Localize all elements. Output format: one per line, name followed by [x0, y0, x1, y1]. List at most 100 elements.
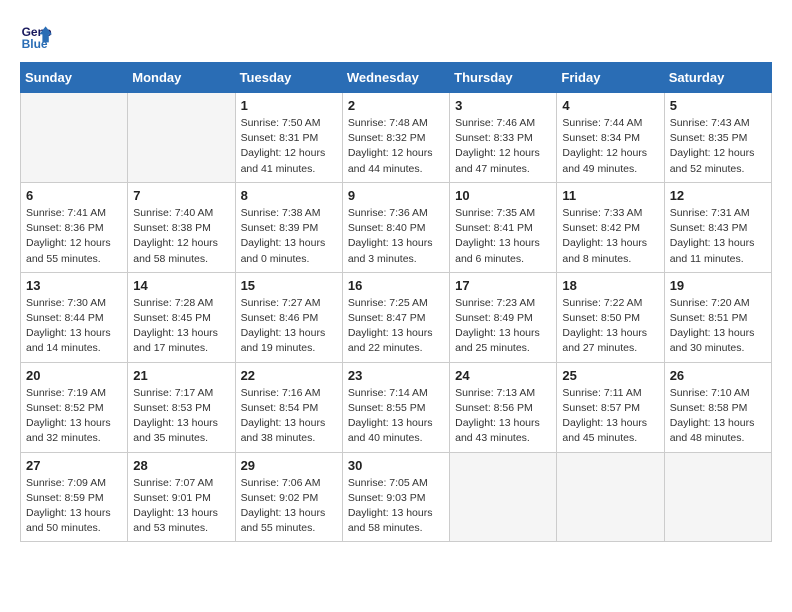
calendar-cell: 14 Sunrise: 7:28 AM Sunset: 8:45 PM Dayli… — [128, 272, 235, 362]
calendar-cell — [21, 93, 128, 183]
day-info: Sunrise: 7:07 AM Sunset: 9:01 PM Dayligh… — [133, 476, 229, 537]
day-info: Sunrise: 7:43 AM Sunset: 8:35 PM Dayligh… — [670, 116, 766, 177]
day-number: 13 — [26, 278, 122, 293]
calendar-cell — [557, 452, 664, 542]
logo-icon: General Blue — [20, 20, 52, 52]
weekday-header-thursday: Thursday — [450, 63, 557, 93]
calendar-table: SundayMondayTuesdayWednesdayThursdayFrid… — [20, 62, 772, 542]
day-info: Sunrise: 7:28 AM Sunset: 8:45 PM Dayligh… — [133, 296, 229, 357]
calendar-cell: 4 Sunrise: 7:44 AM Sunset: 8:34 PM Daylig… — [557, 93, 664, 183]
weekday-header-friday: Friday — [557, 63, 664, 93]
day-info: Sunrise: 7:09 AM Sunset: 8:59 PM Dayligh… — [26, 476, 122, 537]
day-info: Sunrise: 7:25 AM Sunset: 8:47 PM Dayligh… — [348, 296, 444, 357]
week-row-3: 13 Sunrise: 7:30 AM Sunset: 8:44 PM Dayli… — [21, 272, 772, 362]
day-info: Sunrise: 7:38 AM Sunset: 8:39 PM Dayligh… — [241, 206, 337, 267]
logo: General Blue — [20, 20, 52, 52]
day-number: 8 — [241, 188, 337, 203]
day-number: 22 — [241, 368, 337, 383]
day-number: 15 — [241, 278, 337, 293]
day-number: 9 — [348, 188, 444, 203]
weekday-header-tuesday: Tuesday — [235, 63, 342, 93]
calendar-cell: 25 Sunrise: 7:11 AM Sunset: 8:57 PM Dayli… — [557, 362, 664, 452]
calendar-cell: 17 Sunrise: 7:23 AM Sunset: 8:49 PM Dayli… — [450, 272, 557, 362]
day-number: 19 — [670, 278, 766, 293]
day-info: Sunrise: 7:10 AM Sunset: 8:58 PM Dayligh… — [670, 386, 766, 447]
calendar-cell: 11 Sunrise: 7:33 AM Sunset: 8:42 PM Dayli… — [557, 182, 664, 272]
day-number: 5 — [670, 98, 766, 113]
weekday-header-saturday: Saturday — [664, 63, 771, 93]
day-number: 14 — [133, 278, 229, 293]
day-info: Sunrise: 7:48 AM Sunset: 8:32 PM Dayligh… — [348, 116, 444, 177]
day-info: Sunrise: 7:13 AM Sunset: 8:56 PM Dayligh… — [455, 386, 551, 447]
day-number: 7 — [133, 188, 229, 203]
day-info: Sunrise: 7:30 AM Sunset: 8:44 PM Dayligh… — [26, 296, 122, 357]
day-number: 28 — [133, 458, 229, 473]
day-number: 16 — [348, 278, 444, 293]
calendar-cell: 21Sunrise: 7:17 AM Sunset: 8:53 PM Dayli… — [128, 362, 235, 452]
calendar-cell: 22Sunrise: 7:16 AM Sunset: 8:54 PM Dayli… — [235, 362, 342, 452]
day-info: Sunrise: 7:35 AM Sunset: 8:41 PM Dayligh… — [455, 206, 551, 267]
calendar-cell: 23 Sunrise: 7:14 AM Sunset: 8:55 PM Dayli… — [342, 362, 449, 452]
calendar-cell: 9Sunrise: 7:36 AM Sunset: 8:40 PM Daylig… — [342, 182, 449, 272]
week-row-4: 20 Sunrise: 7:19 AM Sunset: 8:52 PM Dayli… — [21, 362, 772, 452]
day-info: Sunrise: 7:50 AM Sunset: 8:31 PM Dayligh… — [241, 116, 337, 177]
day-number: 2 — [348, 98, 444, 113]
calendar-cell: 16 Sunrise: 7:25 AM Sunset: 8:47 PM Dayli… — [342, 272, 449, 362]
week-row-1: 1 Sunrise: 7:50 AM Sunset: 8:31 PM Daylig… — [21, 93, 772, 183]
day-info: Sunrise: 7:31 AM Sunset: 8:43 PM Dayligh… — [670, 206, 766, 267]
calendar-cell: 6Sunrise: 7:41 AM Sunset: 8:36 PM Daylig… — [21, 182, 128, 272]
day-info: Sunrise: 7:19 AM Sunset: 8:52 PM Dayligh… — [26, 386, 122, 447]
day-info: Sunrise: 7:33 AM Sunset: 8:42 PM Dayligh… — [562, 206, 658, 267]
day-number: 17 — [455, 278, 551, 293]
weekday-header-row: SundayMondayTuesdayWednesdayThursdayFrid… — [21, 63, 772, 93]
weekday-header-wednesday: Wednesday — [342, 63, 449, 93]
day-number: 10 — [455, 188, 551, 203]
calendar-cell: 2 Sunrise: 7:48 AM Sunset: 8:32 PM Daylig… — [342, 93, 449, 183]
day-number: 26 — [670, 368, 766, 383]
day-info: Sunrise: 7:14 AM Sunset: 8:55 PM Dayligh… — [348, 386, 444, 447]
day-info: Sunrise: 7:11 AM Sunset: 8:57 PM Dayligh… — [562, 386, 658, 447]
weekday-header-monday: Monday — [128, 63, 235, 93]
week-row-5: 27Sunrise: 7:09 AM Sunset: 8:59 PM Dayli… — [21, 452, 772, 542]
calendar-cell: 7 Sunrise: 7:40 AM Sunset: 8:38 PM Daylig… — [128, 182, 235, 272]
calendar-cell: 20 Sunrise: 7:19 AM Sunset: 8:52 PM Dayli… — [21, 362, 128, 452]
day-number: 24 — [455, 368, 551, 383]
calendar-cell: 29 Sunrise: 7:06 AM Sunset: 9:02 PM Dayli… — [235, 452, 342, 542]
day-info: Sunrise: 7:46 AM Sunset: 8:33 PM Dayligh… — [455, 116, 551, 177]
calendar-cell: 15 Sunrise: 7:27 AM Sunset: 8:46 PM Dayli… — [235, 272, 342, 362]
calendar-cell: 30Sunrise: 7:05 AM Sunset: 9:03 PM Dayli… — [342, 452, 449, 542]
day-number: 25 — [562, 368, 658, 383]
day-info: Sunrise: 7:22 AM Sunset: 8:50 PM Dayligh… — [562, 296, 658, 357]
day-number: 29 — [241, 458, 337, 473]
calendar-cell: 26 Sunrise: 7:10 AM Sunset: 8:58 PM Dayli… — [664, 362, 771, 452]
calendar-cell — [128, 93, 235, 183]
calendar-cell: 12 Sunrise: 7:31 AM Sunset: 8:43 PM Dayli… — [664, 182, 771, 272]
day-number: 23 — [348, 368, 444, 383]
day-info: Sunrise: 7:17 AM Sunset: 8:53 PM Dayligh… — [133, 386, 229, 447]
day-info: Sunrise: 7:05 AM Sunset: 9:03 PM Dayligh… — [348, 476, 444, 537]
day-number: 11 — [562, 188, 658, 203]
calendar-cell — [664, 452, 771, 542]
day-info: Sunrise: 7:40 AM Sunset: 8:38 PM Dayligh… — [133, 206, 229, 267]
calendar-cell: 10 Sunrise: 7:35 AM Sunset: 8:41 PM Dayli… — [450, 182, 557, 272]
day-number: 1 — [241, 98, 337, 113]
calendar-cell: 5 Sunrise: 7:43 AM Sunset: 8:35 PM Daylig… — [664, 93, 771, 183]
calendar-cell: 24 Sunrise: 7:13 AM Sunset: 8:56 PM Dayli… — [450, 362, 557, 452]
page-header: General Blue — [20, 20, 772, 52]
day-number: 12 — [670, 188, 766, 203]
day-info: Sunrise: 7:23 AM Sunset: 8:49 PM Dayligh… — [455, 296, 551, 357]
calendar-cell: 13 Sunrise: 7:30 AM Sunset: 8:44 PM Dayli… — [21, 272, 128, 362]
day-info: Sunrise: 7:20 AM Sunset: 8:51 PM Dayligh… — [670, 296, 766, 357]
calendar-cell: 18Sunrise: 7:22 AM Sunset: 8:50 PM Dayli… — [557, 272, 664, 362]
calendar-cell: 27Sunrise: 7:09 AM Sunset: 8:59 PM Dayli… — [21, 452, 128, 542]
calendar-cell: 19 Sunrise: 7:20 AM Sunset: 8:51 PM Dayli… — [664, 272, 771, 362]
calendar-cell: 8 Sunrise: 7:38 AM Sunset: 8:39 PM Daylig… — [235, 182, 342, 272]
day-info: Sunrise: 7:44 AM Sunset: 8:34 PM Dayligh… — [562, 116, 658, 177]
calendar-cell — [450, 452, 557, 542]
day-number: 20 — [26, 368, 122, 383]
day-info: Sunrise: 7:27 AM Sunset: 8:46 PM Dayligh… — [241, 296, 337, 357]
day-number: 3 — [455, 98, 551, 113]
day-info: Sunrise: 7:06 AM Sunset: 9:02 PM Dayligh… — [241, 476, 337, 537]
day-number: 6 — [26, 188, 122, 203]
day-number: 4 — [562, 98, 658, 113]
